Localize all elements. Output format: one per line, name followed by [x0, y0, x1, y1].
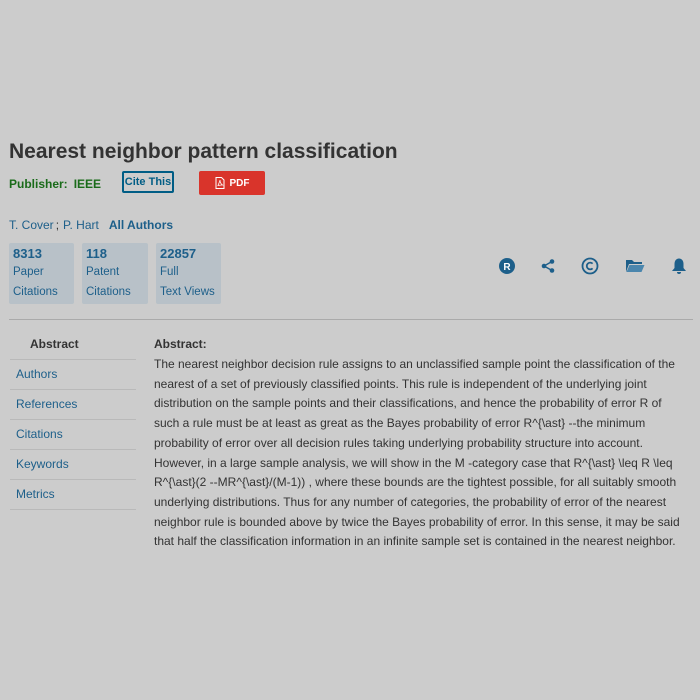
nav-item-authors[interactable]: Authors [10, 360, 136, 390]
nav-item-references[interactable]: References [10, 390, 136, 420]
abstract-heading: Abstract: [154, 337, 207, 351]
nav-item-citations[interactable]: Citations [10, 420, 136, 450]
folder-icon[interactable] [624, 256, 646, 276]
author-link[interactable]: T. Cover [9, 218, 54, 232]
all-authors-link[interactable]: All Authors [109, 218, 173, 232]
page: Nearest neighbor pattern classification … [0, 0, 700, 700]
publisher-value: IEEE [73, 177, 102, 191]
abstract-text: The nearest neighbor decision rule assig… [154, 357, 680, 549]
nav-item-keywords[interactable]: Keywords [10, 450, 136, 480]
document-actions: R [0, 256, 700, 276]
svg-text:R: R [503, 262, 511, 273]
metric-label: Text Views [160, 286, 215, 298]
pdf-button-label: PDF [229, 177, 250, 189]
pdf-button[interactable]: PDF [199, 171, 265, 195]
pdf-icon [215, 177, 225, 189]
publisher: Publisher: IEEE [9, 177, 101, 191]
authors-row: T. Cover; P. Hart All Authors [9, 218, 173, 232]
metric-label: Citations [86, 286, 131, 298]
bell-icon[interactable] [669, 256, 689, 276]
author-link[interactable]: P. Hart [63, 218, 99, 232]
author-separator: ; [55, 218, 60, 232]
r-icon[interactable]: R [497, 256, 517, 276]
nav-item-abstract[interactable]: Abstract [10, 330, 136, 360]
nav-item-metrics[interactable]: Metrics [10, 480, 136, 510]
publisher-label: Publisher: [9, 177, 68, 191]
section-divider [9, 319, 693, 320]
metric-label: Citations [13, 286, 58, 298]
cite-this-button[interactable]: Cite This [122, 171, 174, 193]
page-title: Nearest neighbor pattern classification [9, 140, 398, 163]
section-nav: Abstract Authors References Citations Ke… [10, 330, 136, 510]
copyright-icon[interactable] [580, 256, 600, 276]
share-icon[interactable] [538, 256, 558, 276]
